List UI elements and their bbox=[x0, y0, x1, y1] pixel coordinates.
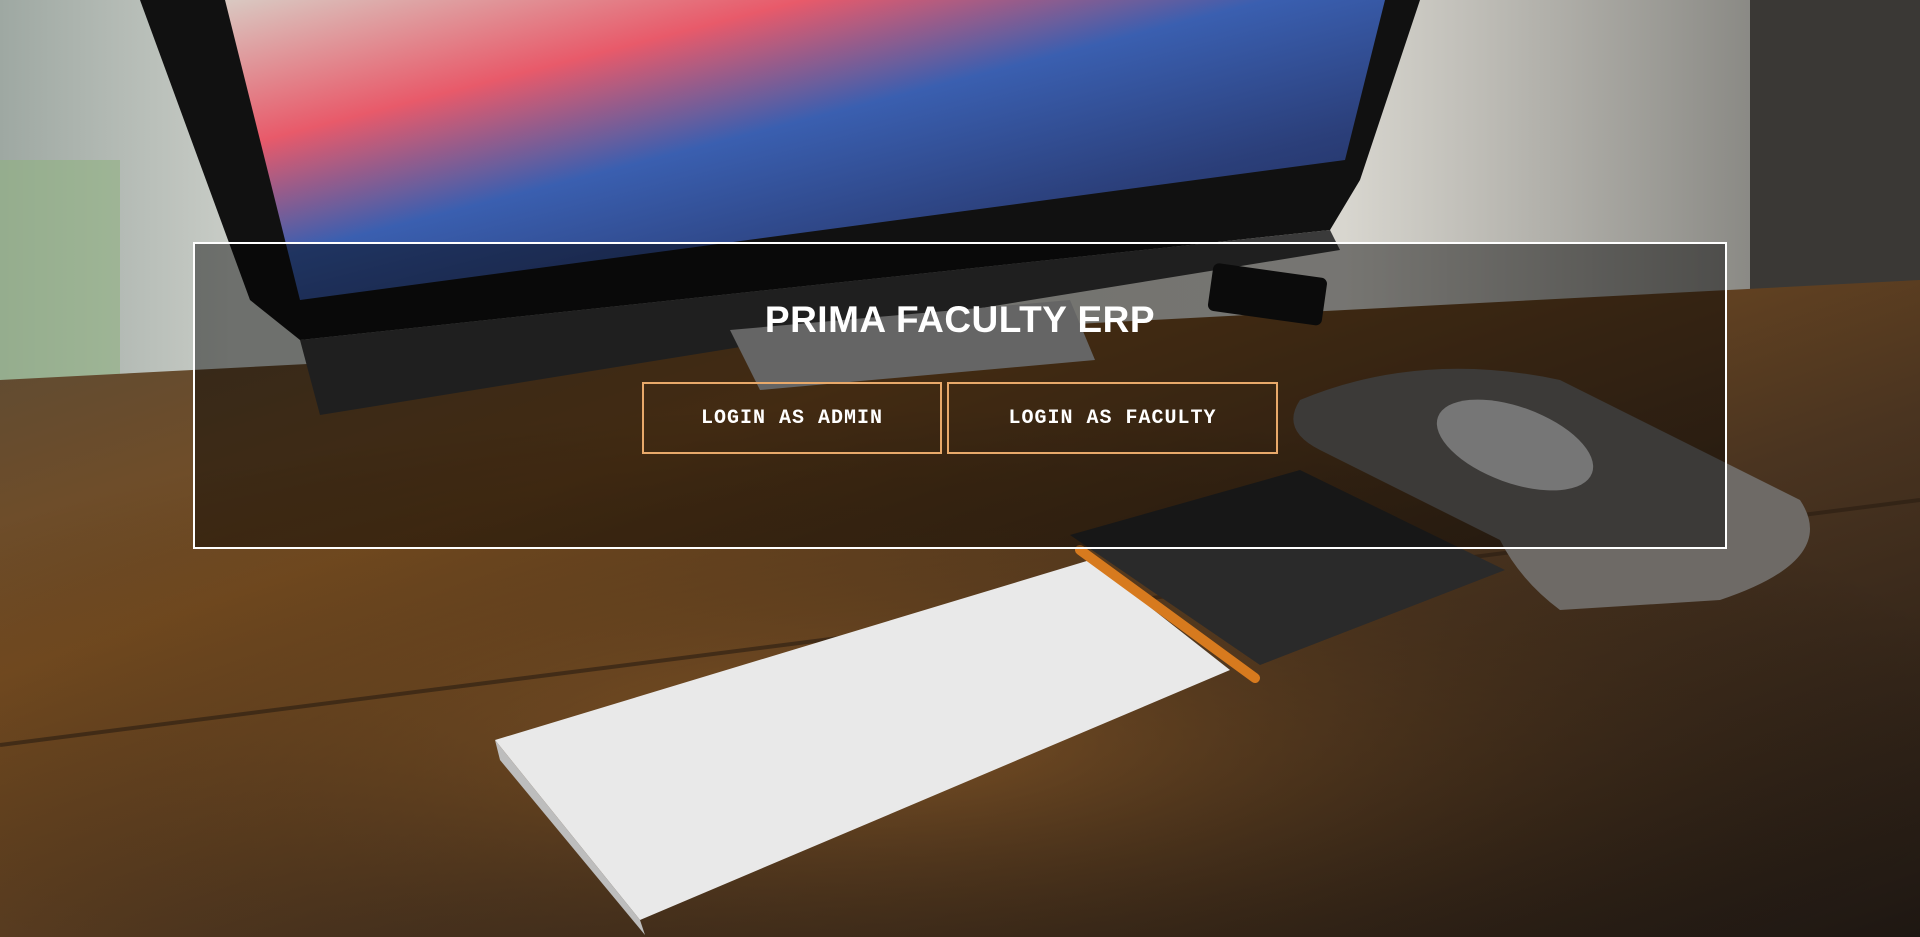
login-faculty-button[interactable]: LOGIN AS FACULTY bbox=[947, 382, 1278, 454]
login-panel: PRIMA FACULTY ERP LOGIN AS ADMIN LOGIN A… bbox=[193, 242, 1727, 549]
login-button-group: LOGIN AS ADMIN LOGIN AS FACULTY bbox=[195, 382, 1725, 454]
login-admin-button[interactable]: LOGIN AS ADMIN bbox=[642, 382, 942, 454]
app-title: PRIMA FACULTY ERP bbox=[764, 299, 1156, 340]
